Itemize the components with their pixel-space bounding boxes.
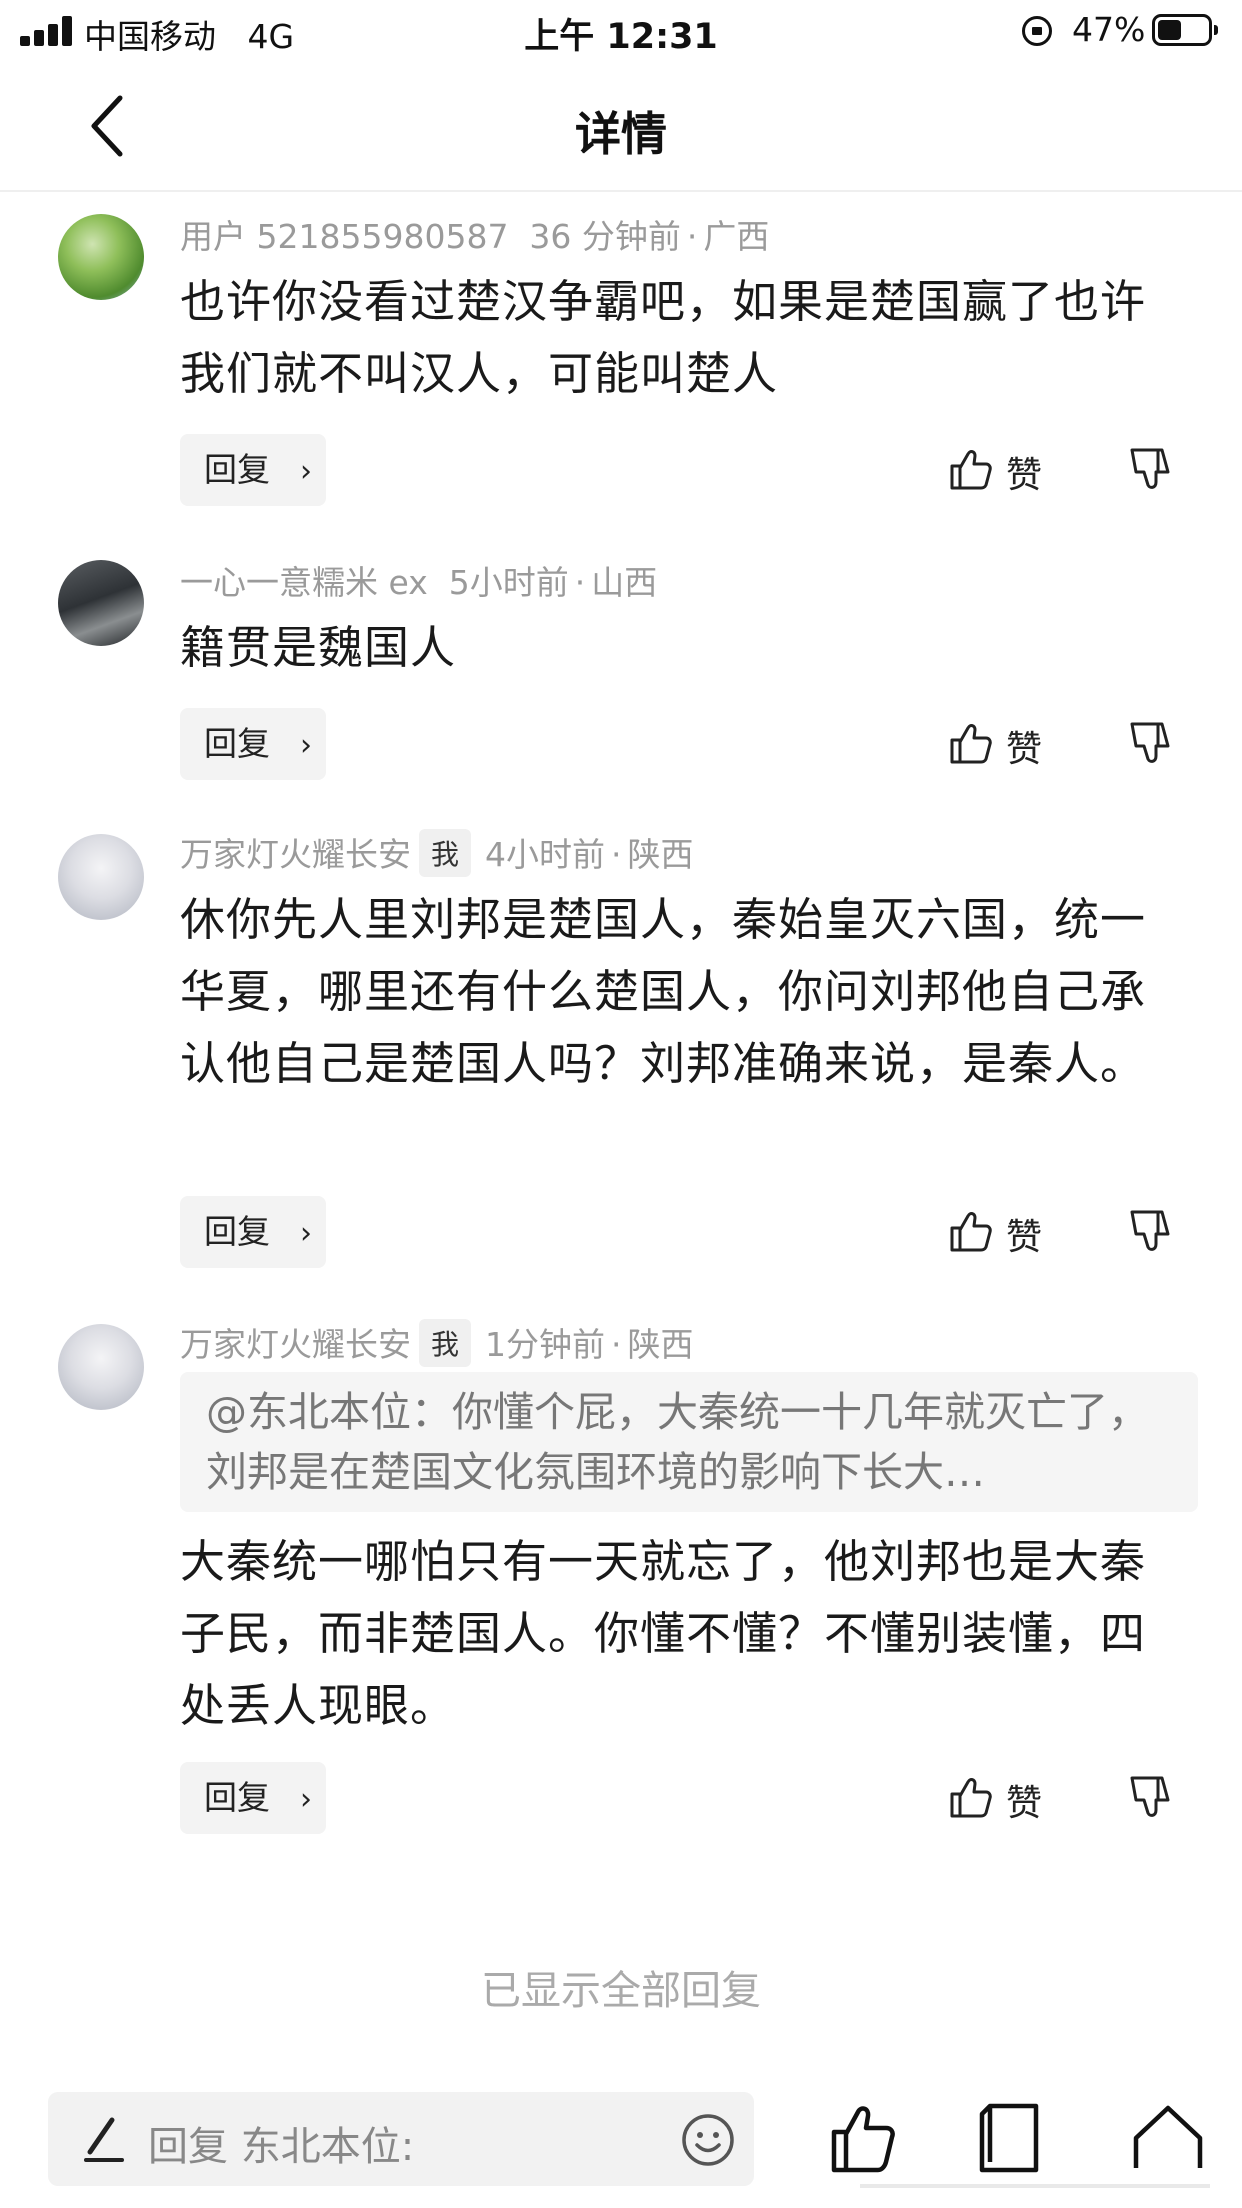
- comment-meta: 万家灯火耀长安我 4小时前 · 陕西: [180, 828, 694, 877]
- comment-item: 用户 521855980587 36 分钟前 · 广西 也许你没看过楚汉争霸吧，如果…: [0, 210, 1242, 530]
- emoji-icon[interactable]: [680, 2112, 736, 2168]
- comment-text: 籍贯是魏国人: [180, 621, 457, 674]
- comment-username[interactable]: 万家灯火耀长安: [180, 835, 411, 874]
- thumbs-up-icon: [950, 450, 992, 490]
- like-label: 赞: [1006, 1783, 1043, 1824]
- comment-text: 大秦统一哪怕只有一天就忘了，他刘邦也是大秦子民，而非楚国人。你懂不懂？不懂别装懂…: [180, 1535, 1147, 1732]
- reply-button[interactable]: 回复 ›: [180, 708, 326, 780]
- comment-text: 休你先人里刘邦是楚国人，秦始皇灭六国，统一华夏，哪里还有什么楚国人，你问刘邦他自…: [180, 893, 1147, 1090]
- reply-input-placeholder: 回复 东北本位:: [148, 2124, 415, 2170]
- comment-item: 万家灯火耀长安我 4小时前 · 陕西 休你先人里刘邦是楚国人，秦始皇灭六国，统一华夏，…: [0, 828, 1242, 1288]
- status-time: 上午 12:31: [524, 17, 718, 57]
- comment-username[interactable]: 一心一意糯米 ex: [180, 563, 428, 602]
- reply-input[interactable]: 回复 东北本位:: [48, 2092, 754, 2186]
- thumbs-up-icon[interactable]: [828, 2100, 898, 2176]
- like-button[interactable]: 赞: [948, 1768, 1058, 1828]
- like-button[interactable]: 赞: [948, 1202, 1058, 1262]
- avatar[interactable]: [58, 560, 144, 646]
- comment-username[interactable]: 万家灯火耀长安: [180, 1325, 411, 1364]
- pen-icon: [84, 2117, 124, 2162]
- quoted-comment[interactable]: @东北本位：你懂个屁，大秦统一十几年就灭亡了，刘邦是在楚国文化氛围环境的影响下长…: [180, 1372, 1198, 1512]
- chevron-right-icon: ›: [300, 1216, 312, 1251]
- comment-location: 广西: [703, 217, 770, 256]
- me-badge: 我: [419, 829, 472, 877]
- thumbs-up-icon: [950, 1212, 992, 1252]
- dislike-button[interactable]: [1128, 1202, 1178, 1262]
- reply-button[interactable]: 回复 ›: [180, 434, 326, 506]
- comment-meta: 万家灯火耀长安我 1分钟前 · 陕西: [180, 1318, 694, 1367]
- status-bar: 中国移动 4G 上午 12:31 47%: [0, 0, 1242, 62]
- bottom-action-bar: 回复 东北本位:: [0, 2080, 1242, 2208]
- all-replies-shown-note: 已显示全部回复: [481, 1968, 761, 2014]
- reply-button[interactable]: 回复 ›: [180, 1196, 326, 1268]
- dislike-button[interactable]: [1128, 714, 1178, 774]
- share-icon[interactable]: [1128, 2098, 1208, 2178]
- comment-text: 也许你没看过楚汉争霸吧，如果是楚国赢了也许我们就不叫汉人，可能叫楚人: [180, 275, 1147, 400]
- nav-bar: 详情: [0, 62, 1242, 192]
- rotation-lock-icon: [1022, 16, 1052, 46]
- comment-time: 1分钟前: [485, 1325, 606, 1364]
- avatar[interactable]: [58, 1324, 144, 1410]
- action-bar-underline: [860, 2184, 1210, 2188]
- me-badge: 我: [419, 1319, 472, 1367]
- dislike-button[interactable]: [1128, 440, 1178, 500]
- comment-icon[interactable]: [974, 2100, 1044, 2176]
- comment-location: 陕西: [627, 1325, 694, 1364]
- quoted-comment-text: @东北本位：你懂个屁，大秦统一十几年就灭亡了，刘邦是在楚国文化氛围环境的影响下长…: [206, 1388, 1149, 1496]
- chevron-right-icon: ›: [300, 1782, 312, 1817]
- thumbs-up-icon: [950, 1778, 992, 1818]
- comment-location: 山西: [591, 563, 658, 602]
- reply-button[interactable]: 回复 ›: [180, 1762, 326, 1834]
- like-button[interactable]: 赞: [948, 714, 1058, 774]
- avatar[interactable]: [58, 214, 144, 300]
- comment-meta: 用户 521855980587 36 分钟前 · 广西: [180, 217, 770, 256]
- page-title: 详情: [575, 107, 667, 161]
- thumbs-up-icon: [950, 724, 992, 764]
- like-label: 赞: [1006, 455, 1043, 496]
- dislike-button[interactable]: [1128, 1768, 1178, 1828]
- comment-item: 一心一意糯米 ex 5小时前 · 山西 籍贯是魏国人 回复 › 赞: [0, 556, 1242, 796]
- chevron-right-icon: ›: [300, 454, 312, 489]
- thumbs-down-icon: [1130, 1776, 1170, 1817]
- comment-meta: 一心一意糯米 ex 5小时前 · 山西: [180, 563, 658, 602]
- thumbs-down-icon: [1130, 722, 1170, 763]
- battery-icon: [1152, 14, 1218, 46]
- thumbs-down-icon: [1130, 448, 1170, 489]
- comment-location: 陕西: [627, 835, 694, 874]
- comment-time: 36 分钟前: [529, 217, 681, 256]
- like-button[interactable]: 赞: [948, 440, 1058, 500]
- comment-time: 4小时前: [485, 835, 606, 874]
- comment-username[interactable]: 用户 521855980587: [180, 217, 508, 256]
- comment-time: 5小时前: [448, 563, 569, 602]
- battery-percent: 47%: [1072, 10, 1146, 49]
- chevron-right-icon: ›: [300, 728, 312, 763]
- like-label: 赞: [1006, 729, 1043, 770]
- avatar[interactable]: [58, 834, 144, 920]
- like-label: 赞: [1006, 1217, 1043, 1258]
- thumbs-down-icon: [1130, 1210, 1170, 1251]
- comment-item: 万家灯火耀长安我 1分钟前 · 陕西 @东北本位：你懂个屁，大秦统一十几年就灭亡了，刘…: [0, 1318, 1242, 1838]
